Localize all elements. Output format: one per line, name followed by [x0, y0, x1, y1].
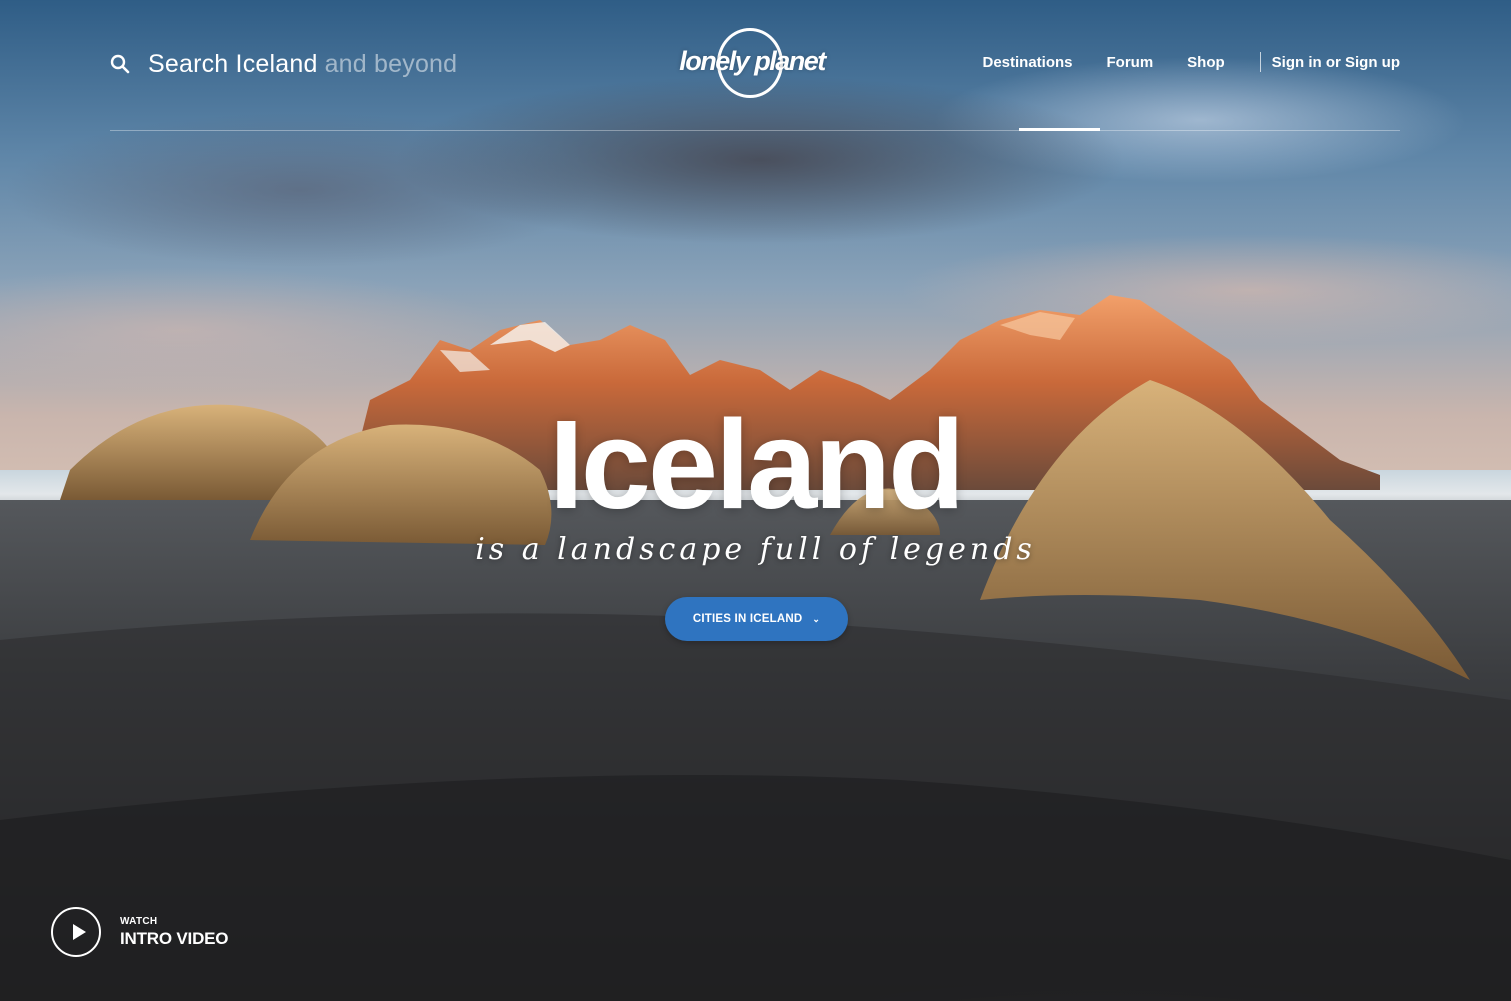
- search-placeholder-main: Search Iceland: [148, 49, 318, 78]
- nav-shop[interactable]: Shop: [1187, 54, 1225, 71]
- cities-dropdown-button[interactable]: CITIES IN ICELAND ⌄: [665, 597, 848, 641]
- sign-in-link[interactable]: Sign in or Sign up: [1272, 54, 1400, 71]
- hero-title: Iceland: [548, 394, 965, 535]
- intro-video-label[interactable]: WATCH INTRO VIDEO: [120, 916, 229, 948]
- nav-destinations[interactable]: Destinations: [982, 54, 1072, 71]
- search-placeholder-dim: and beyond: [324, 49, 458, 78]
- main-nav: Destinations Forum Shop Sign in or Sign …: [982, 52, 1400, 72]
- play-icon[interactable]: [51, 907, 101, 957]
- video-watch-label: WATCH: [120, 916, 158, 927]
- intro-video-button[interactable]: WATCH INTRO VIDEO: [51, 905, 229, 959]
- nav-forum[interactable]: Forum: [1107, 54, 1154, 71]
- nav-divider: [1259, 52, 1261, 72]
- hero-tagline: is a landscape full of legends: [475, 532, 1036, 567]
- search-input[interactable]: Search Iceland and beyond: [148, 50, 457, 79]
- search-bar[interactable]: Search Iceland and beyond: [110, 44, 457, 84]
- lonely-planet-logo[interactable]: lonely planet: [679, 26, 826, 104]
- header-divider: [110, 130, 1400, 131]
- video-title-label: INTRO VIDEO: [120, 929, 229, 948]
- search-icon[interactable]: [110, 54, 130, 74]
- cities-button-label: CITIES IN ICELAND: [692, 613, 803, 625]
- logo-wordmark: lonely planet: [679, 46, 826, 76]
- chevron-down-icon: ⌄: [812, 613, 821, 624]
- site-header: Search Iceland and beyond lonely planet D…: [110, 0, 1400, 131]
